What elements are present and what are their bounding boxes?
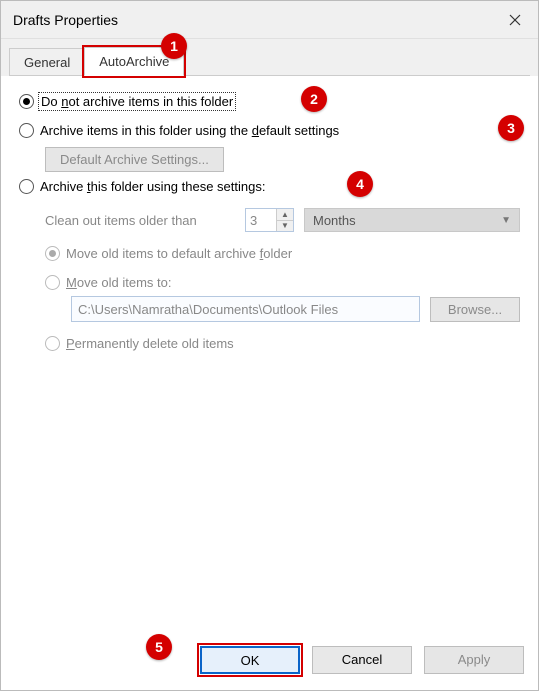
unit-select[interactable]: Months ▼ [304, 208, 520, 232]
option-no-archive[interactable]: Do not archive items in this folder 2 [19, 94, 520, 109]
radio-icon [19, 179, 34, 194]
option-custom-settings[interactable]: Archive this folder using these settings… [19, 179, 520, 194]
option-custom-label: Archive this folder using these settings… [40, 179, 265, 194]
chevron-up-icon[interactable]: ▲ [277, 209, 293, 221]
window-title: Drafts Properties [13, 12, 118, 28]
chevron-down-icon: ▼ [501, 215, 511, 226]
radio-icon [19, 123, 34, 138]
unit-label: Months [313, 213, 356, 228]
annotation-3: 3 [498, 115, 524, 141]
annotation-5: 5 [146, 634, 172, 660]
option-no-archive-label: Do not archive items in this folder [40, 94, 234, 109]
age-input[interactable] [246, 209, 276, 231]
option-default-settings[interactable]: Archive items in this folder using the d… [19, 123, 520, 138]
age-spinner[interactable]: ▲ ▼ [245, 208, 294, 232]
annotation-1: 1 [161, 33, 187, 59]
annotation-4: 4 [347, 171, 373, 197]
tabs: General AutoArchive 1 [1, 39, 538, 76]
annotation-2: 2 [301, 86, 327, 112]
close-button[interactable] [492, 1, 538, 39]
chevron-down-icon[interactable]: ▼ [277, 221, 293, 232]
radio-icon [45, 275, 60, 290]
archive-path-input[interactable]: C:\Users\Namratha\Documents\Outlook File… [71, 296, 420, 322]
dialog-buttons: 5 OK Cancel Apply [1, 634, 538, 690]
radio-icon [45, 246, 60, 261]
close-icon [509, 14, 521, 26]
move-to-label: Move old items to: [66, 275, 172, 290]
cancel-button[interactable]: Cancel [312, 646, 412, 674]
clean-out-row: Clean out items older than ▲ ▼ Months ▼ [45, 208, 520, 232]
tab-panel-autoarchive: Do not archive items in this folder 2 Ar… [9, 75, 530, 633]
option-default-label: Archive items in this folder using the d… [40, 123, 339, 138]
move-default-label: Move old items to default archive folder [66, 246, 292, 261]
apply-button: Apply [424, 646, 524, 674]
titlebar: Drafts Properties [1, 1, 538, 39]
ok-button[interactable]: OK [200, 646, 300, 674]
clean-out-label: Clean out items older than [45, 213, 235, 228]
dialog-window: Drafts Properties General AutoArchive 1 … [0, 0, 539, 691]
path-row: C:\Users\Namratha\Documents\Outlook File… [71, 296, 520, 322]
option-permanently-delete: Permanently delete old items [45, 336, 520, 351]
default-archive-settings-button: Default Archive Settings... [45, 147, 224, 172]
radio-icon [45, 336, 60, 351]
tab-general[interactable]: General [9, 48, 85, 76]
browse-button: Browse... [430, 297, 520, 322]
permanently-delete-label: Permanently delete old items [66, 336, 234, 351]
radio-icon [19, 94, 34, 109]
option-move-default: Move old items to default archive folder [45, 246, 520, 261]
option-move-to: Move old items to: [45, 275, 520, 290]
